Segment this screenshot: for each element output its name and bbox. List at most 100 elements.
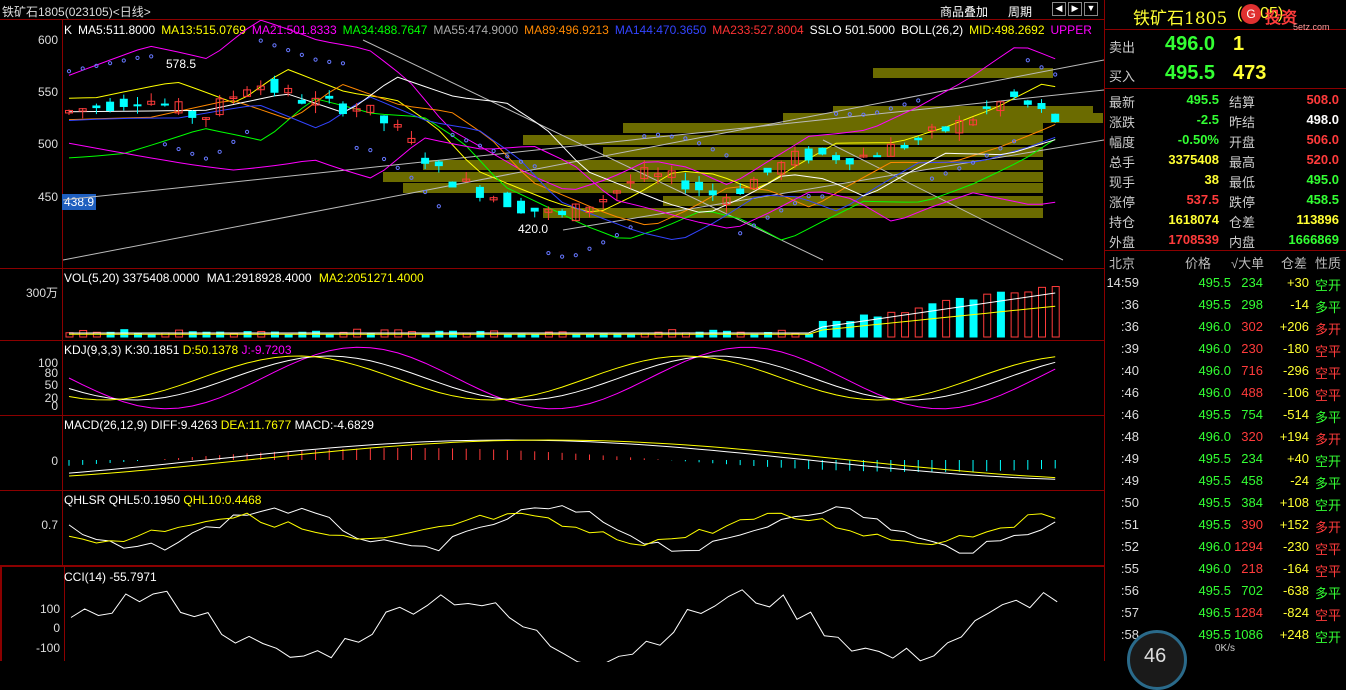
candlestick-chart bbox=[63, 20, 1104, 261]
logo-icon: G bbox=[1241, 4, 1261, 24]
tick-row[interactable]: :40 496.0 716 -296 空平 bbox=[1105, 360, 1346, 381]
tick-volume: 702 bbox=[1241, 583, 1263, 598]
sar-dot bbox=[244, 129, 250, 134]
volume-bar bbox=[901, 312, 910, 338]
tick-nature: 多开 bbox=[1314, 520, 1341, 535]
tick-row[interactable]: :50 495.5 384 +108 空开 bbox=[1105, 492, 1346, 513]
tick-row[interactable]: :57 496.5 1284 -824 空平 bbox=[1105, 602, 1346, 623]
qhlsr-line bbox=[68, 505, 1056, 554]
cci-chart bbox=[70, 589, 1058, 662]
stat-value: -0.50% bbox=[1177, 132, 1219, 147]
stat-row: 持仓 1618074 仓差 113896 bbox=[1105, 210, 1346, 230]
tick-diff: -638 bbox=[1282, 583, 1309, 598]
tick-price: 495.5 bbox=[1198, 627, 1231, 642]
tick-nature: 空开 bbox=[1314, 630, 1341, 645]
tick-row[interactable]: :48 496.0 320 +194 多开 bbox=[1105, 426, 1346, 447]
buy-price: 495.5 bbox=[1165, 62, 1216, 84]
tick-row[interactable]: :36 496.0 302 +206 多开 bbox=[1105, 316, 1346, 337]
candle-body bbox=[270, 78, 279, 93]
candle-body bbox=[421, 157, 430, 164]
candle-body bbox=[92, 105, 101, 109]
overlay-menu[interactable]: 商品叠加 bbox=[940, 3, 988, 20]
stat-row: 外盘 1708539 内盘 1666869 bbox=[1105, 230, 1346, 250]
macd-pane[interactable]: MACD(26,12,9) DIFF:9.4263 DEA:11.7677 MA… bbox=[0, 416, 1104, 491]
candle-body bbox=[804, 148, 813, 161]
volume-bar bbox=[996, 291, 1005, 338]
candlestick-pane[interactable]: K MA5:511.8000 MA13:515.0769 MA21:501.8333 M… bbox=[0, 20, 1104, 269]
tick-nature: 空平 bbox=[1314, 564, 1341, 579]
sell-price: 496.0 bbox=[1165, 33, 1216, 55]
tick-time: :40 bbox=[1120, 363, 1139, 378]
sar-dot bbox=[299, 52, 304, 57]
nav-left-button[interactable]: ◀ bbox=[1052, 2, 1066, 16]
sell-volume: 1 bbox=[1233, 33, 1245, 55]
tick-time: :55 bbox=[1120, 561, 1139, 576]
stat-value: 1666869 bbox=[1288, 232, 1339, 247]
stat-value: 495.5 bbox=[1186, 92, 1219, 107]
candle-body bbox=[160, 103, 169, 106]
volume-bar bbox=[777, 329, 786, 338]
kdj-y-0: 0 bbox=[51, 399, 58, 413]
sar-dot bbox=[340, 61, 346, 66]
tick-row[interactable]: :51 495.5 390 +152 多开 bbox=[1105, 514, 1346, 535]
tick-row[interactable]: :55 496.0 218 -164 空平 bbox=[1105, 558, 1346, 579]
sar-dot bbox=[231, 139, 236, 144]
sar-dot bbox=[327, 59, 332, 64]
tick-diff: -296 bbox=[1282, 363, 1309, 378]
tick-price: 496.0 bbox=[1198, 385, 1231, 400]
tick-row[interactable]: :36 495.5 298 -14 多平 bbox=[1105, 294, 1346, 315]
stat-value: 1618074 bbox=[1168, 212, 1219, 227]
tick-price: 496.5 bbox=[1198, 605, 1231, 620]
volume-profile-band bbox=[623, 123, 1043, 133]
nav-right-button[interactable]: ▶ bbox=[1068, 2, 1082, 16]
candle-body bbox=[914, 137, 923, 141]
candle-body bbox=[133, 104, 142, 107]
volume-bar bbox=[928, 303, 937, 338]
tick-price: 495.5 bbox=[1198, 451, 1231, 466]
sar-dot bbox=[272, 43, 277, 48]
tick-row[interactable]: :39 496.0 230 -180 空平 bbox=[1105, 338, 1346, 359]
nav-down-button[interactable]: ▼ bbox=[1084, 2, 1098, 16]
stat-value: 508.0 bbox=[1306, 92, 1339, 107]
buy-row: 买入 495.5 473 bbox=[1105, 61, 1346, 89]
tick-row[interactable]: :49 495.5 234 +40 空开 bbox=[1105, 448, 1346, 469]
sar-dot bbox=[107, 61, 113, 66]
tick-price: 495.5 bbox=[1198, 407, 1231, 422]
volume-profile-band bbox=[873, 68, 1053, 78]
stat-value: 113896 bbox=[1296, 212, 1339, 227]
candle-body bbox=[982, 106, 991, 109]
stat-value: 458.5 bbox=[1306, 192, 1339, 207]
kdj-line bbox=[68, 355, 1056, 401]
tick-price: 495.5 bbox=[1198, 297, 1231, 312]
stat-label: 昨结 bbox=[1229, 115, 1256, 130]
volume-bar bbox=[503, 334, 512, 338]
tick-row[interactable]: :52 496.0 1294 -230 空平 bbox=[1105, 536, 1346, 557]
candle-body bbox=[338, 103, 347, 115]
sar-dot bbox=[902, 102, 907, 107]
tick-time: :46 bbox=[1120, 407, 1139, 422]
tick-row[interactable]: :49 495.5 458 -24 多平 bbox=[1105, 470, 1346, 491]
tick-price: 496.0 bbox=[1198, 363, 1231, 378]
stat-value: 38 bbox=[1204, 172, 1219, 187]
tick-diff: -230 bbox=[1282, 539, 1309, 554]
tick-row[interactable]: :56 495.5 702 -638 多平 bbox=[1105, 580, 1346, 601]
y-tick-500: 500 bbox=[37, 137, 58, 151]
tick-row[interactable]: :46 496.0 488 -106 空平 bbox=[1105, 382, 1346, 403]
sar-dot bbox=[587, 246, 592, 251]
volume-pane[interactable]: VOL(5,20) 3375408.0000 MA1:2918928.4000 … bbox=[0, 269, 1104, 341]
tick-row[interactable]: 14:59 495.5 234 +30 空开 bbox=[1105, 272, 1346, 293]
kdj-pane[interactable]: KDJ(9,3,3) K:30.1851 D:50.1378 J:-9.7203… bbox=[0, 341, 1104, 416]
stat-label: 结算 bbox=[1229, 95, 1256, 110]
period-menu[interactable]: 周期 bbox=[1008, 3, 1032, 20]
tick-price: 495.5 bbox=[1198, 473, 1231, 488]
cci-pane[interactable]: CCI(14) -55.7971 100 0 -100 bbox=[0, 566, 1104, 662]
tick-volume: 1284 bbox=[1234, 605, 1263, 620]
stat-value: 537.5 bbox=[1186, 192, 1219, 207]
tick-diff: +248 bbox=[1279, 627, 1309, 642]
stat-row: 最新 495.5 结算 508.0 bbox=[1105, 90, 1346, 110]
tick-row[interactable]: :46 495.5 754 -514 多平 bbox=[1105, 404, 1346, 425]
tick-diff: -106 bbox=[1282, 385, 1309, 400]
qhlsr-pane[interactable]: QHLSR QHL5:0.1950 QHL10:0.4468 0.7 bbox=[0, 491, 1104, 566]
stat-label: 外盘 bbox=[1109, 235, 1136, 250]
sar-dot bbox=[368, 147, 373, 153]
